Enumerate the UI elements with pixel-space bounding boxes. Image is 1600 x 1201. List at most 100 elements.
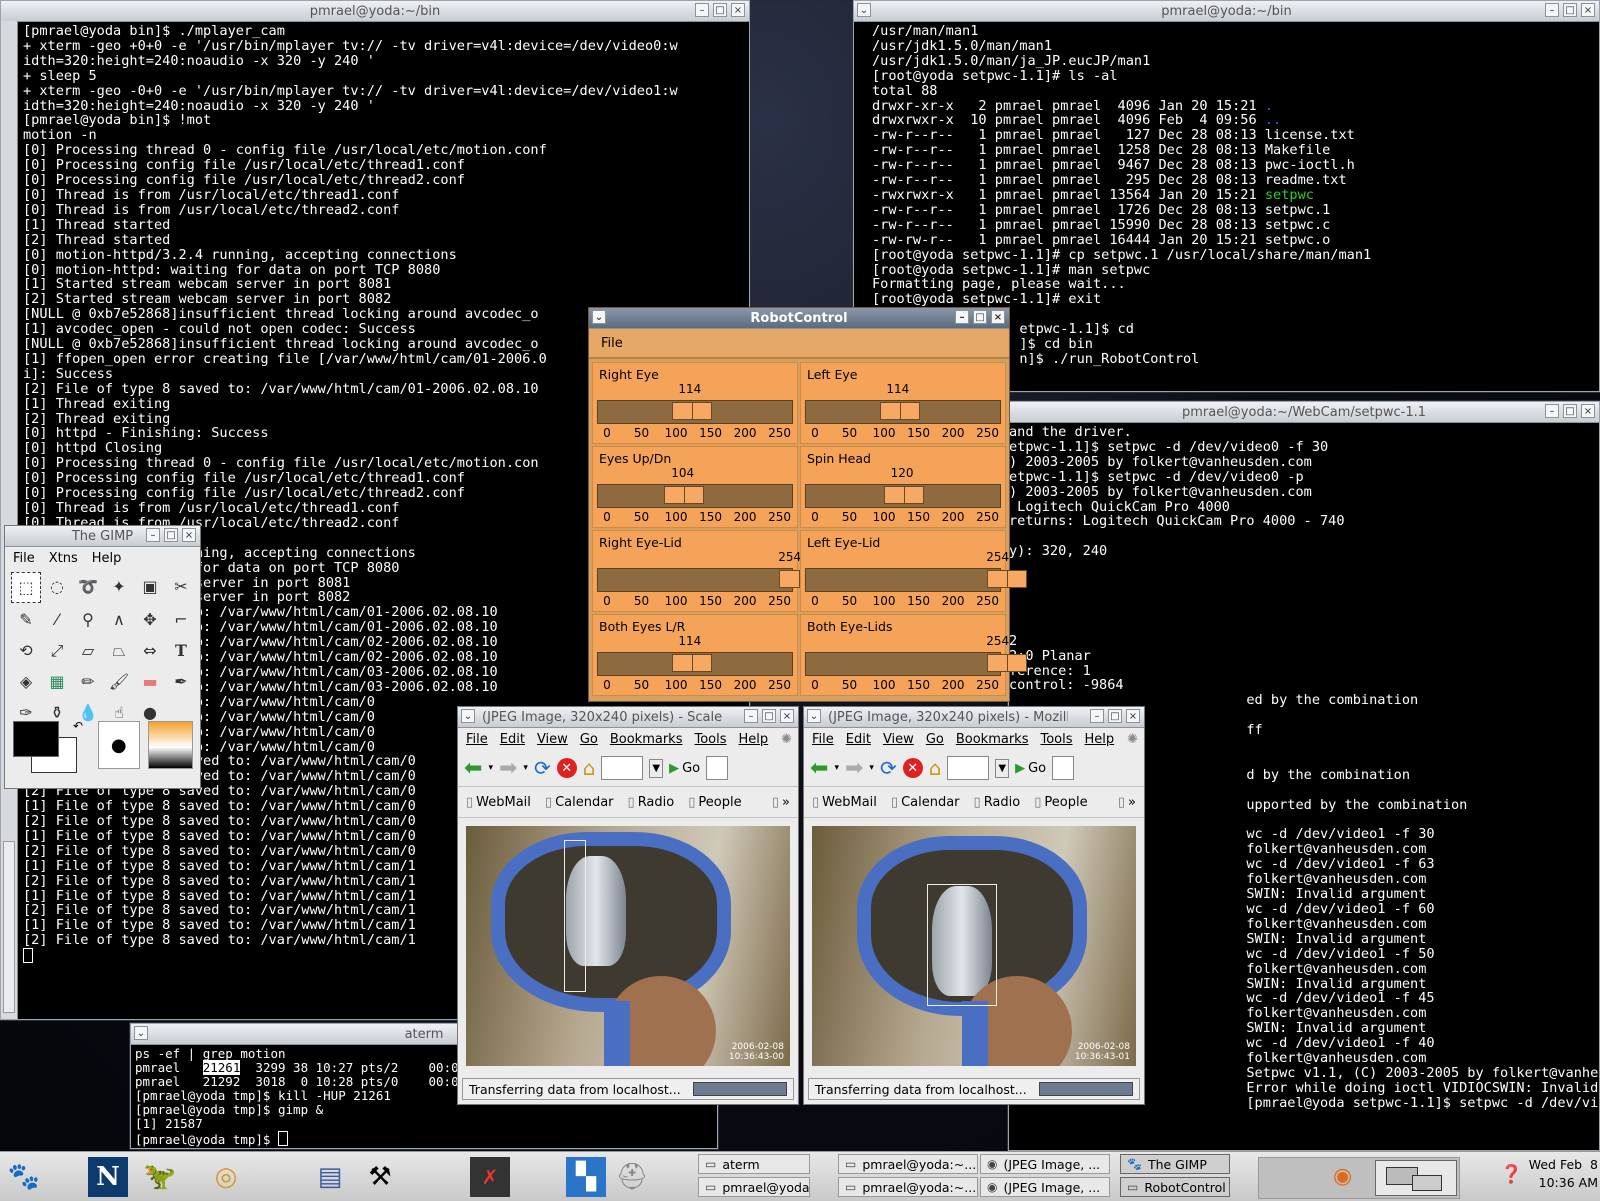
color-picker-icon[interactable]: ⁄ [42,605,72,634]
workspace-icon[interactable]: ▚ [566,1157,606,1197]
url-input[interactable] [947,756,990,780]
maximize-button[interactable]: □ [164,528,178,542]
menu-file[interactable]: File [466,732,488,747]
search-box[interactable] [706,756,729,780]
menu-help[interactable]: Help [1085,732,1115,747]
menu-file[interactable]: File [601,336,623,351]
gradient-preview[interactable] [147,721,194,769]
go-button[interactable]: ▶ Go [669,761,700,776]
close-button[interactable]: × [1581,404,1595,418]
rect-select-icon[interactable]: ⬚ [11,572,41,603]
paintbrush-icon[interactable]: 🖌 [104,667,134,696]
slider-track[interactable] [805,568,1028,592]
maximize-button[interactable]: □ [973,310,987,324]
url-input[interactable] [601,756,644,780]
menu-help[interactable]: Help [739,732,769,747]
menu-edit[interactable]: Edit [846,732,871,747]
slider-handle[interactable] [671,654,712,672]
bookmark-people[interactable]: People [1034,795,1087,810]
minimize-button[interactable]: – [1545,404,1559,418]
help-icon[interactable]: ❓ [1500,1164,1522,1185]
menu-go[interactable]: Go [926,732,944,747]
brush-preview[interactable]: ● [98,721,140,769]
minimize-button[interactable]: – [146,528,160,542]
maximize-button[interactable]: □ [713,3,727,17]
slider-handle[interactable] [987,654,1028,672]
window-menu-button[interactable]: ⌄ [592,310,606,324]
maximize-button[interactable]: □ [1108,709,1122,723]
taskbar-button[interactable]: ▭ pmrael@yoda:~... [838,1177,978,1197]
titlebar[interactable]: ⌄ pmrael@yoda:~/bin – □ × [854,1,1599,22]
search-box[interactable] [1052,756,1075,780]
robotcontrol-window[interactable]: ⌄ RobotControl – □ × File Right Eye 114 … [588,307,1028,702]
bookmark-webmail[interactable]: WebMail [466,795,531,810]
titlebar[interactable]: The GIMP – □ × [5,526,200,547]
menu-tools[interactable]: Tools [694,732,726,747]
home-icon[interactable]: ⌂ [929,756,942,780]
measure-icon[interactable]: ∧ [104,605,134,634]
slider-track[interactable] [597,652,793,676]
perspective-icon[interactable]: ⏢ [104,636,134,665]
titlebar[interactable]: ⌄ RobotControl – □ × [589,308,1009,329]
close-button[interactable]: × [1126,709,1140,723]
bookmark-calendar[interactable]: Calendar [545,795,613,810]
taskbar-button[interactable]: ◉ (JPEG Image, ... [980,1154,1110,1174]
back-icon[interactable]: ⬅ [464,756,482,781]
text-icon[interactable]: T [166,636,196,665]
fg-bg-color-swatch[interactable]: ↶ [11,719,90,779]
titlebar[interactable]: ⌄ (JPEG Image, 320x240 pixels) - Scaled … [458,707,798,728]
minimize-button[interactable]: – [1545,3,1559,17]
help-lifebuoy-icon[interactable]: ◎ [206,1157,246,1197]
minimize-button[interactable]: – [744,709,758,723]
minimize-button[interactable]: – [955,310,969,324]
more-bookmarks-icon[interactable]: » [1118,795,1136,810]
bookmark-calendar[interactable]: Calendar [891,795,959,810]
menu-edit[interactable]: Edit [500,732,525,747]
magnify-icon[interactable]: ⚲ [73,605,103,634]
swap-colors-icon[interactable]: ↶ [73,719,83,733]
tools-icon[interactable]: ⚒ [360,1157,400,1197]
blend-icon[interactable]: ▦ [42,667,72,696]
stop-icon[interactable]: ✕ [556,758,577,778]
bookmark-webmail[interactable]: WebMail [812,795,877,810]
crop-icon[interactable]: ⌐ [166,605,196,634]
home-icon[interactable]: ⌂ [583,756,596,780]
menu-help[interactable]: Help [92,551,122,566]
eraser-icon[interactable]: ▬ [135,667,165,696]
airbrush-icon[interactable]: ✒ [166,667,196,696]
ellipse-select-icon[interactable]: ◌ [42,572,72,601]
menu-bookmarks[interactable]: Bookmarks [610,732,683,747]
hat-icon[interactable]: ⛑ [612,1157,652,1197]
maximize-button[interactable]: □ [1563,3,1577,17]
more-bookmarks-icon[interactable]: » [772,795,790,810]
flip-icon[interactable]: ⇔ [135,636,165,665]
close-button[interactable]: × [991,310,1005,324]
close-button[interactable]: × [182,528,196,542]
forward-icon[interactable]: ➡ [499,756,517,781]
slider-handle[interactable] [879,402,920,420]
slider-track[interactable] [597,400,793,424]
window-menu-button[interactable]: ⌄ [807,709,821,723]
maximize-button[interactable]: □ [1563,404,1577,418]
titlebar[interactable]: pmrael@yoda:~/WebCam/setpwc-1.1 – □ × [1009,402,1599,423]
shear-icon[interactable]: ▱ [73,636,103,665]
lasso-icon[interactable]: ➰ [73,572,103,601]
netscape-icon[interactable]: N [88,1157,128,1197]
gimp-toolbox-window[interactable]: The GIMP – □ × File Xtns Help ⬚ ◌ ➰ ✦ ▣ … [4,525,201,789]
pager[interactable] [1375,1160,1457,1196]
clock[interactable]: Wed Feb 8 10:36 AM [1526,1156,1598,1192]
reload-icon[interactable]: ⟳ [534,756,551,780]
taskbar-button[interactable]: ▭ aterm [698,1154,810,1174]
taskbar-button[interactable]: ▭ pmrael@yoda:~... [838,1154,978,1174]
firefox-tray-icon[interactable]: ◉ [1333,1164,1352,1189]
taskbar-button[interactable]: ◉ (JPEG Image, ... [980,1177,1110,1197]
maximize-button[interactable]: □ [762,709,776,723]
menu-go[interactable]: Go [580,732,598,747]
taskbar-button[interactable]: 🐾 The GIMP [1120,1154,1230,1174]
terminal-icon[interactable]: ✗ [470,1157,510,1197]
slider-track[interactable] [805,400,1001,424]
reload-icon[interactable]: ⟳ [880,756,897,780]
slider-handle[interactable] [884,486,925,504]
menu-file[interactable]: File [812,732,834,747]
slider-track[interactable] [805,652,1028,676]
